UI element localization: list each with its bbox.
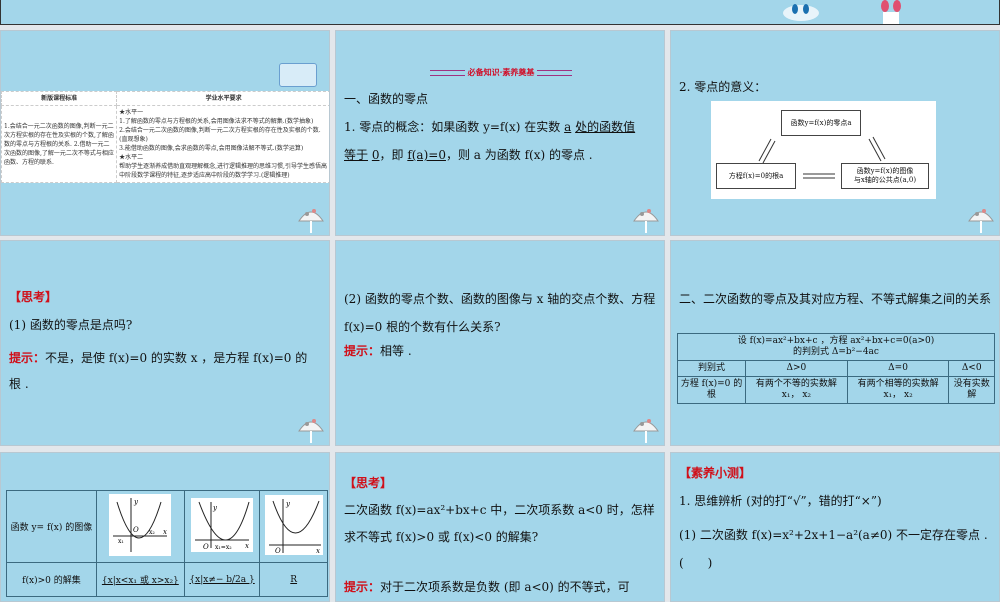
- axis-label: x: [316, 547, 320, 555]
- axis-label: y: [212, 504, 218, 512]
- level-item: 3.能借助函数的图像,会求函数的零点,会用图像法解不等式.(数学运算): [119, 145, 304, 152]
- axis-label: x: [163, 528, 167, 536]
- parabola-no-root: y O x: [264, 495, 323, 555]
- axis-label: x: [245, 542, 249, 550]
- blank-answer: f(a)=0: [407, 148, 446, 162]
- concept-line-1: 1. 零点的概念：如果函数 y=f(x) 在实数 a 处的函数值: [344, 119, 635, 135]
- umbrella-icon: [298, 419, 324, 443]
- root-label: x₁=x₂: [215, 544, 232, 551]
- table-header: Δ=0: [846, 360, 950, 377]
- think-title: 【思考】: [9, 290, 58, 304]
- curriculum-table: 新版课程标准 学业水平要求 1.会结合一元二次函数的图像,判断一元二次方程实根的存…: [1, 91, 329, 183]
- hint: 提示：对于二次项系数是负数 (即 a<0) 的不等式，可: [344, 579, 630, 595]
- row-label: f(x)>0 的解集: [6, 562, 97, 597]
- equivalence-arrows: [758, 136, 886, 179]
- graph-one-root: y Ox₁=x₂ x: [183, 490, 261, 563]
- level-item: 2.会结合一元二次函数的图像,判断一元二次方程实根的存在性及实根的个数.(直观想…: [119, 127, 321, 143]
- level-item: 帮助学生逐渐养成借助直观理解概念,进行逻辑推理的思维习惯,引导学生感悟高中阶段数…: [119, 163, 327, 179]
- question-item: (1) 二次函数 f(x)=x²+2x+1−a²(a≠0) 不一定存在零点 . …: [679, 528, 988, 570]
- heading: 二、二次函数的零点及其对应方程、不等式解集之间的关系: [679, 292, 992, 306]
- blank-answer: 等于: [344, 148, 369, 162]
- table-cell: ★水平一 1.了解函数的零点与方程根的关系,会用图像法求不等式的解集.(数学抽象…: [116, 105, 329, 183]
- note-box: [279, 63, 317, 87]
- quadratic-graph-table: 函数 y= f(x) 的图像 y Ox₁ x₂ x y Ox₁=x₂ x y Ox f(x)…: [6, 490, 328, 597]
- umbrella-icon: [633, 419, 659, 443]
- slide-thumbnail-9[interactable]: 【素养小测】 1. 思维辨析 (对的打“√”，错的打“×”) (1) 二次函数 …: [670, 452, 1000, 602]
- text: ，则 a 为函数 f(x) 的零点 .: [445, 148, 593, 162]
- umbrella-icon: [968, 209, 994, 233]
- hint-text: 对于二次项系数是负数 (即 a<0) 的不等式，可: [380, 580, 630, 594]
- question: (1) 函数的零点是点吗?: [9, 318, 133, 332]
- slide-thumbnail-5[interactable]: (2) 函数的零点个数、函数的图像与 x 轴的交点个数、方程 f(x)=0 根的…: [335, 240, 665, 446]
- origin-label: O: [133, 526, 139, 534]
- hint-text: 不是，是使 f(x)=0 的实数 x ，是方程 f(x)=0 的根 .: [9, 351, 308, 391]
- previous-slide-partial[interactable]: [0, 0, 1000, 25]
- axis-label: y: [285, 500, 291, 508]
- parabola-two-roots: y Ox₁ x₂ x: [109, 494, 172, 556]
- slide-thumbnail-7[interactable]: 函数 y= f(x) 的图像 y Ox₁ x₂ x y Ox₁=x₂ x y Ox f(x)…: [0, 452, 330, 602]
- axis-label: y: [133, 498, 139, 506]
- bunny-ears-icon: [783, 4, 819, 21]
- question: 1. 思维辨析 (对的打“√”，错的打“×”): [679, 494, 882, 508]
- zero-meaning-diagram: 函数y=f(x)的零点a 方程f(x)=0的根a 函数y=f(x)的图像 与x轴的…: [711, 101, 936, 199]
- heading: 2. 零点的意义：: [679, 80, 767, 94]
- concept-line-2: 等于 0，即 f(a)=0，则 a 为函数 f(x) 的零点 .: [344, 147, 593, 163]
- table-cell: 有两个不等的实数解 x₁， x₂: [745, 376, 848, 404]
- solution-set: {x|x<x₁ 或 x>x₂}: [95, 562, 185, 597]
- hint: 提示：相等 .: [344, 343, 412, 359]
- slide-thumbnail-1[interactable]: 新版课程标准 学业水平要求 1.会结合一元二次函数的图像,判断一元二次方程实根的存…: [0, 30, 330, 236]
- hint-label: 提示：: [344, 344, 381, 358]
- hint: 提示：不是，是使 f(x)=0 的实数 x ，是方程 f(x)=0 的根 .: [9, 345, 319, 397]
- level-label: ★水平二: [119, 154, 144, 161]
- hint-text: 相等 .: [380, 344, 412, 358]
- table-cell: 1.会结合一元二次函数的图像,判断一元二次方程实根的存在性及实根的个数,了解函数…: [1, 105, 118, 183]
- umbrella-icon: [298, 209, 324, 233]
- slide-thumbnail-8[interactable]: 【思考】 二次函数 f(x)=ax²+bx+c 中，二次项系数 a<0 时，怎样…: [335, 452, 665, 602]
- slide-thumbnail-3[interactable]: 2. 零点的意义： 函数y=f(x)的零点a 方程f(x)=0的根a 函数y=f…: [670, 30, 1000, 236]
- solution-set: {x|x≠− b/2a }: [183, 562, 261, 597]
- graph-two-roots: y Ox₁ x₂ x: [95, 490, 185, 563]
- table-header: Δ<0: [948, 360, 995, 377]
- table-cell: 方程 f(x)=0 的根: [676, 376, 747, 404]
- think-title: 【思考】: [344, 476, 393, 490]
- text: 设 f(x)=ax²+bx+c ，方程 ax²+bx+c=0(a>0): [737, 336, 935, 346]
- table-cell: 没有实数解: [948, 376, 995, 404]
- blank-answer: 处的函数值: [575, 120, 636, 134]
- heading: 一、函数的零点: [344, 92, 429, 106]
- origin-label: O: [203, 543, 209, 551]
- root-label: x₁: [118, 538, 124, 545]
- table-header: Δ>0: [745, 360, 848, 377]
- level-item: 1.了解函数的零点与方程根的关系,会用图像法求不等式的解集.(数学抽象): [119, 118, 314, 125]
- text: 1. 零点的概念：如果函数 y=f(x) 在实数: [344, 120, 565, 134]
- hint-label: 提示：: [344, 580, 381, 594]
- question: 二次函数 f(x)=ax²+bx+c 中，二次项系数 a<0 时，怎样求不等式 …: [344, 503, 655, 544]
- table-header: 判别式: [676, 360, 747, 377]
- row-label: 函数 y= f(x) 的图像: [6, 490, 97, 563]
- slide-thumbnail-4[interactable]: 【思考】 (1) 函数的零点是点吗? 提示：不是，是使 f(x)=0 的实数 x…: [0, 240, 330, 446]
- solution-set: R: [259, 562, 328, 597]
- text: ，即: [379, 148, 408, 162]
- quiz-title: 【素养小测】: [679, 466, 752, 480]
- table-header: 学业水平要求: [116, 91, 329, 106]
- table-caption: 设 f(x)=ax²+bx+c ，方程 ax²+bx+c=0(a>0) 的判别式 …: [677, 333, 995, 361]
- table-cell: 有两个相等的实数解 x₁， x₂: [846, 376, 950, 404]
- slide-thumbnail-2[interactable]: 必备知识·素养奠基 一、函数的零点 1. 零点的概念：如果函数 y=f(x) 在…: [335, 30, 665, 236]
- discriminant-table: 设 f(x)=ax²+bx+c ，方程 ax²+bx+c=0(a>0) 的判别式 …: [676, 333, 995, 404]
- section-banner: 必备知识·素养奠基: [416, 67, 586, 78]
- question: (2) 函数的零点个数、函数的图像与 x 轴的交点个数、方程 f(x)=0 根的…: [344, 292, 656, 334]
- table-header: 新版课程标准: [1, 91, 118, 106]
- origin-label: O: [275, 547, 281, 555]
- bunny-ears-icon: [881, 0, 901, 24]
- slide-thumbnail-6[interactable]: 二、二次函数的零点及其对应方程、不等式解集之间的关系 设 f(x)=ax²+bx…: [670, 240, 1000, 446]
- text: 的判别式 Δ=b²−4ac: [793, 347, 879, 357]
- parabola-double-root: y O x₁=x₂ x: [191, 498, 254, 552]
- umbrella-icon: [633, 209, 659, 233]
- graph-no-root: y Ox: [259, 490, 328, 563]
- hint-label: 提示：: [9, 351, 46, 365]
- root-label: x₂: [149, 529, 155, 536]
- level-label: ★水平一: [119, 109, 144, 116]
